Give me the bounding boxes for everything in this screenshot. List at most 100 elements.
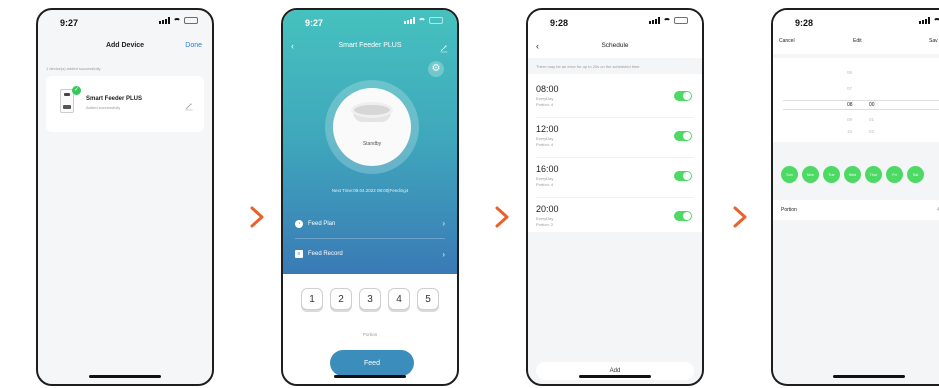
status-bar: 9:28 [773,10,939,32]
status-bar: 9:27 [38,10,212,32]
feed-button[interactable]: Feed [330,350,414,376]
chevron-right-icon: › [442,219,445,228]
feed-record-label: Feed Record [308,251,343,257]
schedule-repeat: EveryDay [536,96,554,101]
picker-hour-selected: 08 [847,102,853,108]
page-title: Edit [853,38,862,44]
schedule-item[interactable]: 12:00 EveryDay Portion: 4 [536,118,694,158]
stage: 9:27 Add Device Done 1 device(s) added s… [0,0,939,388]
schedule-toggle[interactable] [674,211,692,221]
picker-hour: 09 [847,117,853,122]
day-wed[interactable]: Wed [844,166,861,183]
schedule-time: 08:00 [536,84,559,94]
feeder-state: Standby [362,141,382,147]
status-icons [919,17,939,24]
picker-selection-band [783,100,939,110]
portion-button-3[interactable]: 3 [359,288,381,310]
time-picker[interactable]: 06 07 08 09 10 00 01 02 [773,58,939,142]
schedule-portion: Portion: 4 [536,142,554,147]
schedule-portion: Portion: 4 [536,102,554,107]
page-title: Smart Feeder PLUS [338,42,402,49]
wifi-icon [933,17,939,24]
day-sun[interactable]: Sun [781,166,798,183]
status-time: 9:28 [550,18,569,28]
schedule-time: 16:00 [536,164,559,174]
schedule-toggle[interactable] [674,131,692,141]
weekday-selector: Sun Mon Tue Wed Thur Fri Sat [781,166,924,183]
picker-minute: 01 [869,117,875,122]
status-icons [649,17,688,24]
save-button[interactable]: Sav [929,38,938,44]
home-indicator [833,375,905,378]
status-time: 9:28 [795,18,814,28]
day-sat[interactable]: Sat [907,166,924,183]
check-icon: ✓ [72,86,81,95]
clock-icon: ◔ [295,219,303,228]
battery-icon [184,17,198,24]
feed-plan-row[interactable]: ◔ Feed Plan › [295,209,445,239]
schedule-repeat: EveryDay [536,136,554,141]
gear-icon[interactable]: ⚙ [428,61,444,77]
edit-icon[interactable] [439,40,449,53]
feeder-status-disk: Standby [333,88,411,166]
next-feeding-time: Next Time:09.04.2022 08:00|Feeding4 [331,188,409,193]
schedule-note: There may be an error for up to 20s on t… [536,64,641,69]
home-indicator [579,375,651,378]
status-icons [404,17,443,24]
bowl-rim-icon [351,102,393,118]
status-icons [159,17,198,24]
portion-selector: 1 2 3 4 5 [301,288,439,310]
added-count-text: 1 device(s) added successfully [46,66,101,71]
status-bar: 9:28 [528,10,702,32]
signal-icon [159,17,170,24]
chevron-right-icon [733,206,747,228]
feed-plan-label: Feed Plan [308,220,336,227]
phone-schedule: 9:28 ‹ Schedule There may be an error fo… [526,8,704,386]
schedule-item[interactable]: 20:00 EveryDay Portion: 2 [536,198,694,238]
schedule-item[interactable]: 08:00 EveryDay Portion: 4 [536,78,694,118]
done-button[interactable]: Done [185,42,202,49]
picker-minute: 02 [869,129,875,134]
device-card[interactable]: ✓ Smart Feeder PLUS Added successfully [46,76,204,132]
portion-button-1[interactable]: 1 [301,288,323,310]
phone-edit-schedule: 9:28 Cancel Edit Sav 06 07 08 09 10 00 0… [771,8,939,386]
phone-add-device: 9:27 Add Device Done 1 device(s) added s… [36,8,214,386]
schedule-portion: Portion: 4 [536,182,554,187]
schedule-time: 12:00 [536,124,559,134]
signal-icon [404,17,415,24]
wifi-icon [663,17,671,24]
cancel-button[interactable]: Cancel [779,38,795,44]
schedule-repeat: EveryDay [536,176,554,181]
portion-button-5[interactable]: 5 [417,288,439,310]
feed-record-row[interactable]: ≡ Feed Record › [295,239,445,269]
wifi-icon [418,17,426,24]
status-bar: 9:27 [283,10,457,32]
portion-button-4[interactable]: 4 [388,288,410,310]
battery-icon [429,17,443,24]
portion-label: Portion [362,332,378,337]
picker-hour: 07 [847,86,853,91]
signal-icon [919,17,930,24]
chevron-right-icon [250,206,264,228]
portion-row[interactable]: Portion 4 [773,200,939,220]
home-indicator [334,375,406,378]
schedule-toggle[interactable] [674,171,692,181]
phone-feeder-home: 9:27 ‹ Smart Feeder PLUS ⚙ Standby Next … [281,8,459,386]
schedule-repeat: EveryDay [536,216,554,221]
battery-icon [674,17,688,24]
day-mon[interactable]: Mon [802,166,819,183]
device-name: Smart Feeder PLUS [86,96,143,102]
schedule-list: 08:00 EveryDay Portion: 4 12:00 EveryDay… [528,74,702,232]
day-tue[interactable]: Tue [823,166,840,183]
schedule-toggle[interactable] [674,91,692,101]
schedule-item[interactable]: 16:00 EveryDay Portion: 4 [536,158,694,198]
chevron-right-icon [495,206,509,228]
day-thur[interactable]: Thur [865,166,882,183]
home-indicator [89,375,161,378]
chevron-right-icon: › [442,249,445,259]
picker-hour: 06 [847,70,853,75]
edit-icon[interactable] [184,98,194,111]
day-fri[interactable]: Fri [886,166,903,183]
portion-button-2[interactable]: 2 [330,288,352,310]
signal-icon [649,17,660,24]
